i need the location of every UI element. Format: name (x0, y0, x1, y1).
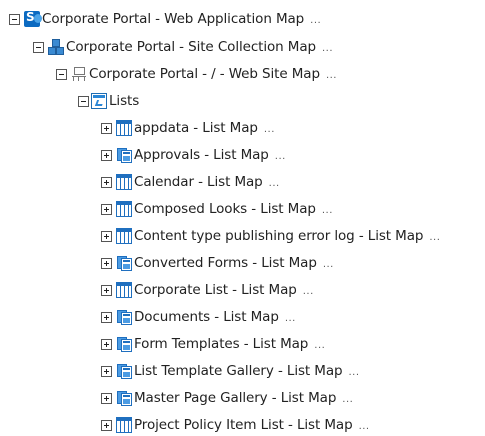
document-library-icon (116, 336, 132, 352)
list-node[interactable]: Content type publishing error log - List… (101, 225, 440, 247)
list-node[interactable]: Approvals - List Map ... (101, 144, 286, 166)
node-label[interactable]: appdata - List Map (134, 120, 258, 136)
more-options-icon[interactable]: ... (310, 15, 321, 26)
more-options-icon[interactable]: ... (314, 340, 325, 351)
node-label[interactable]: Converted Forms - List Map (134, 255, 317, 271)
node-label[interactable]: Composed Looks - List Map (134, 201, 316, 217)
list-table-icon (116, 417, 132, 433)
node-label[interactable]: Content type publishing error log - List… (134, 228, 423, 244)
node-label[interactable]: Form Templates - List Map (134, 336, 308, 352)
collapse-icon[interactable] (33, 41, 44, 53)
document-library-icon (116, 147, 132, 163)
list-node[interactable]: Form Templates - List Map ... (101, 333, 325, 355)
more-options-icon[interactable]: ... (275, 151, 286, 162)
node-label[interactable]: Calendar - List Map (134, 174, 263, 190)
node-label[interactable]: Lists (109, 93, 139, 109)
document-library-icon (116, 309, 132, 325)
more-options-icon[interactable]: ... (326, 70, 337, 81)
tree-node-web-application[interactable]: Corporate Portal - Web Application Map .… (9, 8, 321, 30)
node-label[interactable]: Corporate Portal - Web Application Map (42, 11, 304, 27)
node-label[interactable]: Corporate List - List Map (134, 282, 297, 298)
document-library-icon (116, 255, 132, 271)
node-label[interactable]: Corporate Portal - / - Web Site Map (89, 66, 320, 82)
node-label[interactable]: Corporate Portal - Site Collection Map (66, 39, 316, 55)
more-options-icon[interactable]: ... (359, 421, 370, 432)
expand-icon[interactable] (101, 230, 112, 242)
more-options-icon[interactable]: ... (269, 178, 280, 189)
more-options-icon[interactable]: ... (303, 286, 314, 297)
expand-icon[interactable] (101, 338, 112, 350)
list-table-icon (116, 174, 132, 190)
expand-icon[interactable] (101, 203, 112, 215)
list-node[interactable]: Calendar - List Map ... (101, 171, 280, 193)
tree-node-web-site[interactable]: Corporate Portal - / - Web Site Map ... (56, 63, 337, 85)
list-node[interactable]: Converted Forms - List Map ... (101, 252, 334, 274)
list-node[interactable]: Corporate List - List Map ... (101, 279, 314, 301)
expand-icon[interactable] (101, 419, 112, 431)
web-site-icon (71, 66, 87, 82)
more-options-icon[interactable]: ... (322, 205, 333, 216)
expand-icon[interactable] (101, 122, 112, 134)
node-label[interactable]: Approvals - List Map (134, 147, 269, 163)
tree-node-lists-folder[interactable]: Lists (78, 90, 139, 112)
more-options-icon[interactable]: ... (349, 367, 360, 378)
node-label[interactable]: List Template Gallery - List Map (134, 363, 343, 379)
collapse-icon[interactable] (9, 13, 20, 25)
sharepoint-web-application-icon (24, 10, 42, 27)
expand-icon[interactable] (101, 365, 112, 377)
list-node[interactable]: List Template Gallery - List Map ... (101, 360, 360, 382)
expand-icon[interactable] (101, 392, 112, 404)
list-node[interactable]: Project Policy Item List - List Map ... (101, 414, 370, 436)
more-options-icon[interactable]: ... (342, 394, 353, 405)
list-node[interactable]: appdata - List Map ... (101, 117, 275, 139)
more-options-icon[interactable]: ... (264, 124, 275, 135)
site-collection-icon (48, 39, 64, 55)
collapse-icon[interactable] (56, 68, 67, 80)
list-node[interactable]: Composed Looks - List Map ... (101, 198, 333, 220)
expand-icon[interactable] (101, 257, 112, 269)
collapse-icon[interactable] (78, 95, 89, 107)
node-label[interactable]: Documents - List Map (134, 309, 279, 325)
node-label[interactable]: Project Policy Item List - List Map (134, 417, 353, 433)
list-table-icon (116, 120, 132, 136)
more-options-icon[interactable]: ... (322, 43, 333, 54)
more-options-icon[interactable]: ... (323, 259, 334, 270)
expand-icon[interactable] (101, 176, 112, 188)
expand-icon[interactable] (101, 311, 112, 323)
node-label[interactable]: Master Page Gallery - List Map (134, 390, 336, 406)
lists-folder-icon (91, 93, 107, 109)
expand-icon[interactable] (101, 149, 112, 161)
list-node[interactable]: Master Page Gallery - List Map ... (101, 387, 353, 409)
list-node[interactable]: Documents - List Map ... (101, 306, 296, 328)
document-library-icon (116, 363, 132, 379)
more-options-icon[interactable]: ... (429, 232, 440, 243)
list-table-icon (116, 201, 132, 217)
tree-node-site-collection[interactable]: Corporate Portal - Site Collection Map .… (33, 36, 333, 58)
list-table-icon (116, 282, 132, 298)
expand-icon[interactable] (101, 284, 112, 296)
document-library-icon (116, 390, 132, 406)
list-table-icon (116, 228, 132, 244)
more-options-icon[interactable]: ... (285, 313, 296, 324)
